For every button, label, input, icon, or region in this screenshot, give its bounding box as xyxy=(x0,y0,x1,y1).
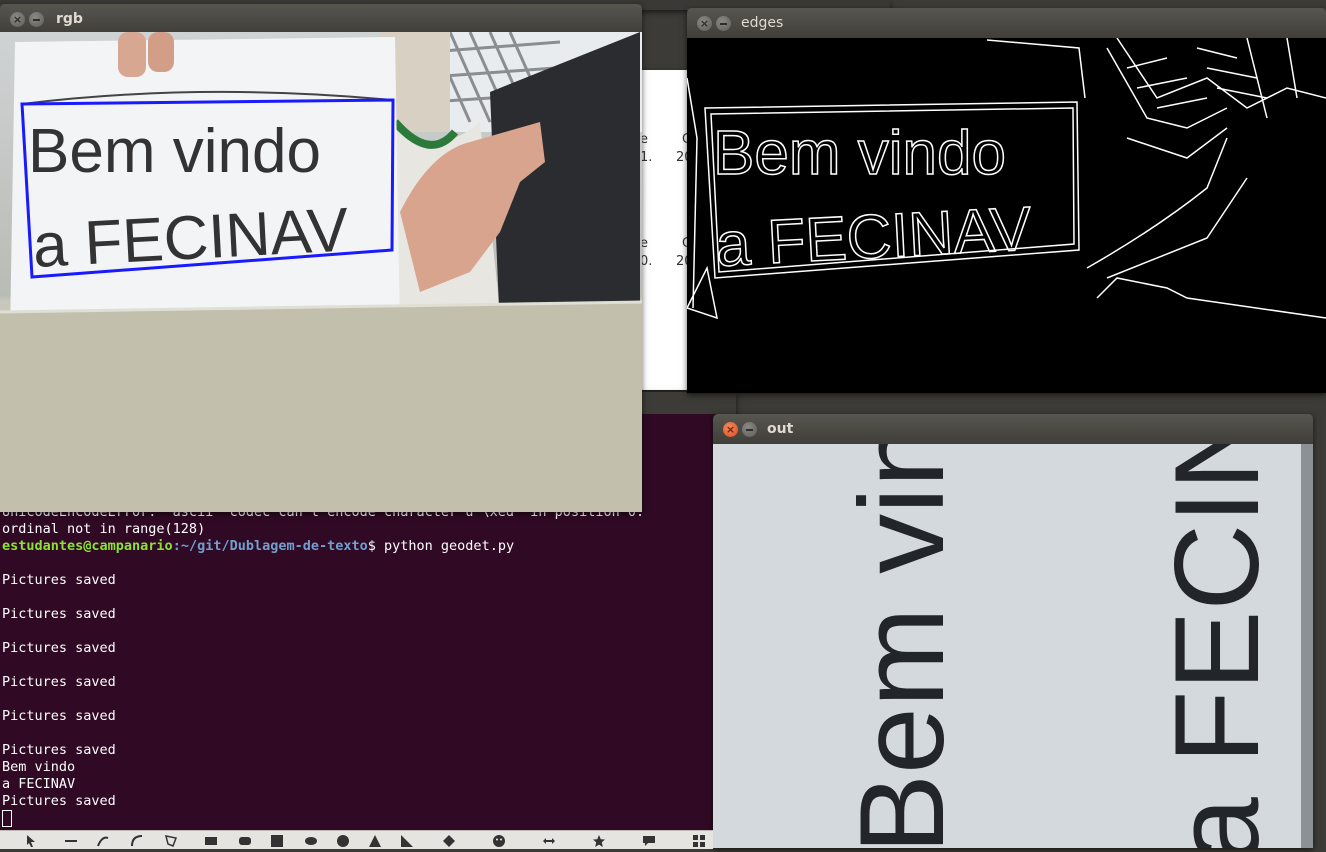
background-document: e C 1. 20 e C 0. 20 xyxy=(640,70,693,390)
callout-icon[interactable] xyxy=(642,833,656,847)
output-line: Bem vindo xyxy=(2,759,76,775)
camera-scene: Bem vindo a FECINAV xyxy=(0,32,642,512)
out-window[interactable]: × out Bem vindo a FECINAV xyxy=(713,414,1313,848)
command: python geodet.py xyxy=(384,538,515,554)
terminal-cursor xyxy=(2,810,12,827)
square-icon[interactable] xyxy=(270,833,284,847)
grid-icon[interactable] xyxy=(692,833,706,847)
close-icon[interactable]: × xyxy=(723,422,738,437)
polygon-icon[interactable] xyxy=(164,833,178,847)
close-icon[interactable]: × xyxy=(697,16,712,31)
select-icon[interactable] xyxy=(24,833,38,847)
edges-sign-line2: a FECINAV xyxy=(714,195,1034,280)
minimize-icon[interactable] xyxy=(29,12,44,27)
diamond-icon[interactable] xyxy=(442,833,456,847)
terminal-output[interactable]: UnicodeEncodeError: 'ascii' codec can't … xyxy=(2,504,644,829)
triangle-icon[interactable] xyxy=(368,833,382,847)
edges-titlebar[interactable]: × edges xyxy=(687,8,1326,38)
sign-line1: Bem vindo xyxy=(28,117,321,186)
error-line: ordinal not in range(128) xyxy=(2,521,206,537)
output-line: Pictures saved xyxy=(2,708,116,724)
prompt-path: :~/git/Dublagem-de-texto xyxy=(172,538,368,554)
freehand-icon[interactable] xyxy=(96,833,110,847)
minimize-icon[interactable] xyxy=(742,422,757,437)
star-icon[interactable] xyxy=(592,833,606,847)
output-line: Pictures saved xyxy=(2,640,116,656)
curve-icon[interactable] xyxy=(130,833,144,847)
output-line: Pictures saved xyxy=(2,793,116,809)
camera-image: Bem vindo a FECINAV xyxy=(0,32,642,512)
output-line: Pictures saved xyxy=(2,674,116,690)
output-line: Pictures saved xyxy=(2,742,116,758)
prompt-symbol: $ xyxy=(367,538,385,554)
out-sign-line2: a FECINAV xyxy=(1150,444,1284,848)
window-title: out xyxy=(767,421,794,437)
ellipse-icon[interactable] xyxy=(304,833,318,847)
minimize-icon[interactable] xyxy=(716,16,731,31)
window-title: edges xyxy=(741,15,784,31)
window-title: rgb xyxy=(56,11,83,27)
drawing-toolbar xyxy=(0,830,713,849)
output-line: Pictures saved xyxy=(2,606,116,622)
edges-sign-line1: Bem vindo xyxy=(713,119,1006,188)
edges-window[interactable]: × edges Bem vindo a FECINAV xyxy=(687,8,1326,393)
out-titlebar[interactable]: × out xyxy=(713,414,1313,444)
warped-scene: Bem vindo a FECINAV xyxy=(713,444,1313,848)
output-line: a FECINAV xyxy=(2,776,76,792)
close-icon[interactable]: × xyxy=(10,12,25,27)
edges-scene: Bem vindo a FECINAV xyxy=(687,38,1326,320)
smiley-icon[interactable] xyxy=(492,833,506,847)
out-sign-line1: Bem vindo xyxy=(835,444,969,848)
edges-image: Bem vindo a FECINAV xyxy=(687,38,1326,393)
right-triangle-icon[interactable] xyxy=(400,833,414,847)
rectangle-icon[interactable] xyxy=(204,833,218,847)
double-arrow-icon[interactable] xyxy=(542,833,556,847)
line-icon[interactable] xyxy=(64,833,78,847)
circle-icon[interactable] xyxy=(336,833,350,847)
warped-output-image: Bem vindo a FECINAV xyxy=(713,444,1313,848)
output-line: Pictures saved xyxy=(2,572,116,588)
prompt-user: estudantes@campanario xyxy=(2,538,173,554)
rounded-rect-icon[interactable] xyxy=(238,833,252,847)
rgb-window[interactable]: × rgb Bem vindo a FECINAV xyxy=(0,4,642,512)
rgb-titlebar[interactable]: × rgb xyxy=(0,4,642,34)
